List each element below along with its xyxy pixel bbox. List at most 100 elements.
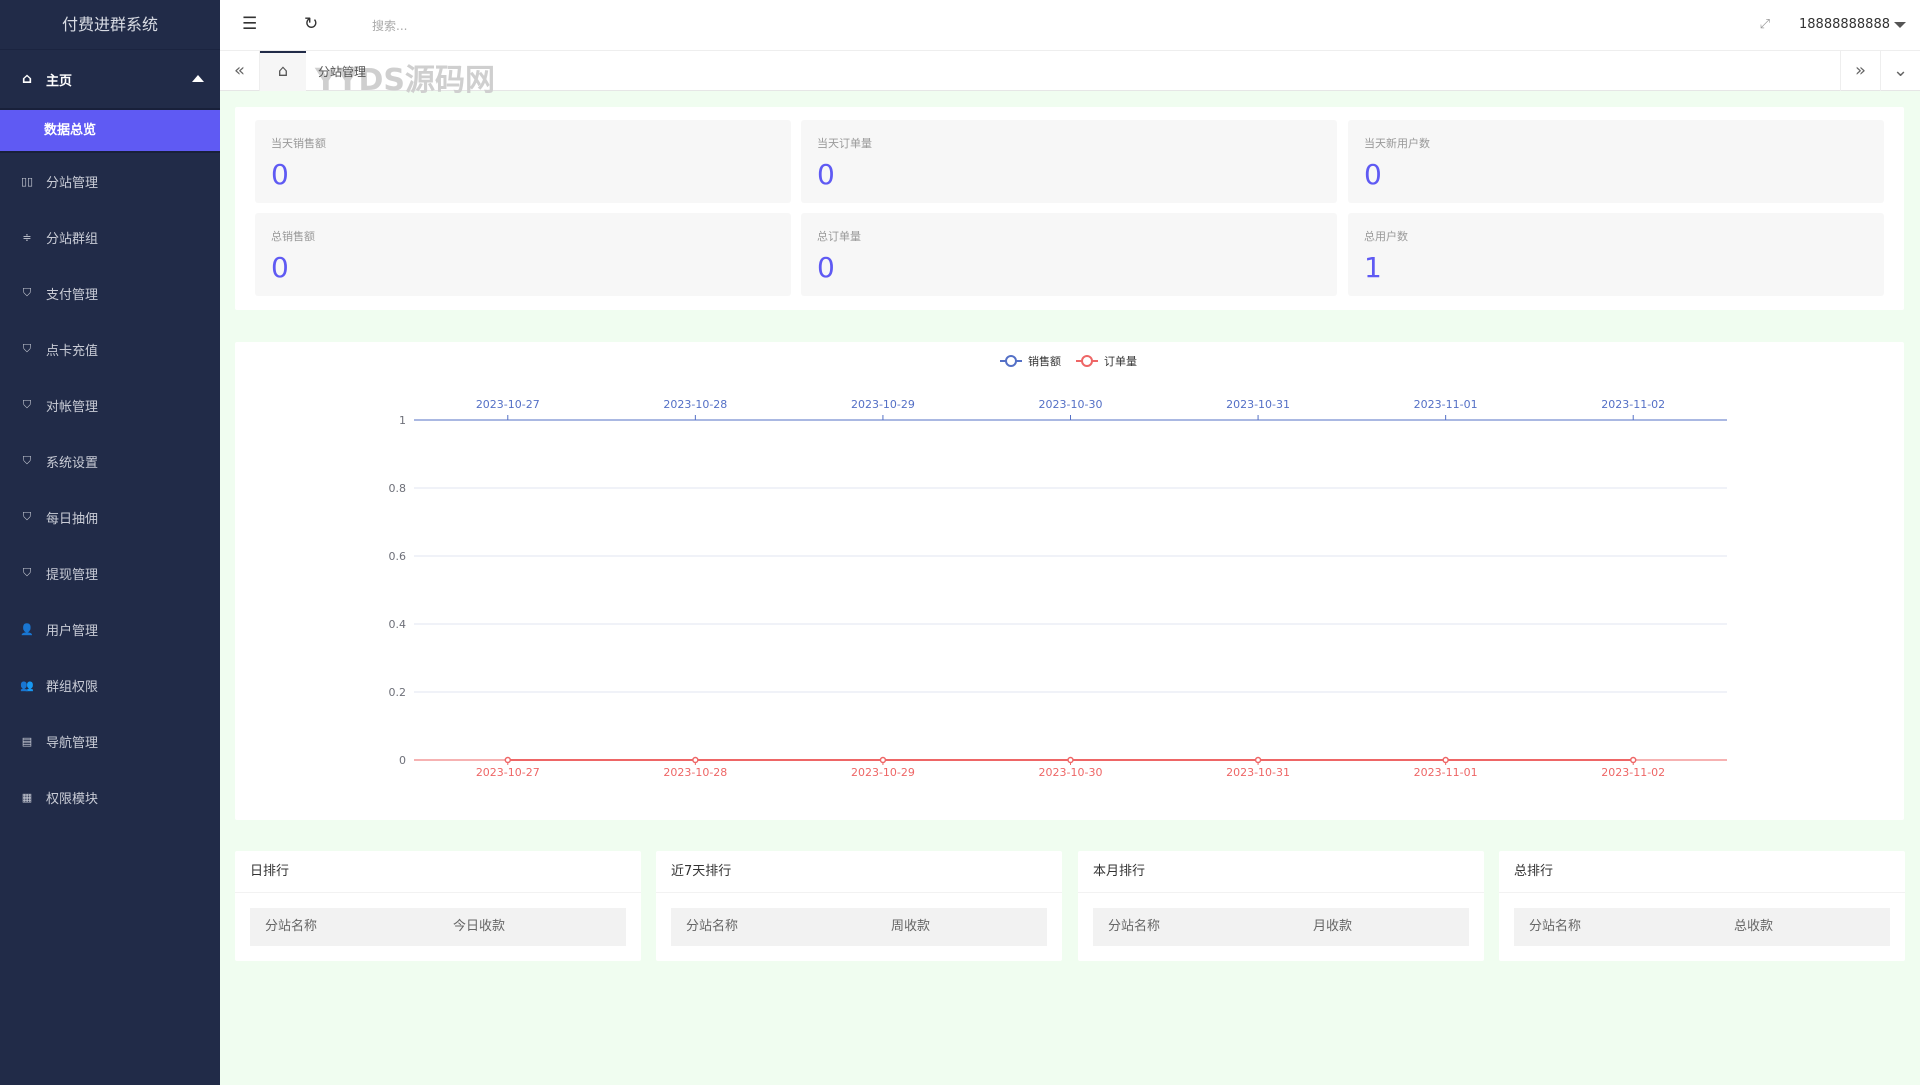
x-tick-label-top: 2023-10-30 xyxy=(1039,398,1103,411)
sidebar-item-10[interactable]: ▤ 导航管理 xyxy=(0,713,220,769)
sidebar-item-label: 主页 xyxy=(46,73,73,89)
data-point-orders[interactable] xyxy=(692,756,699,764)
stat-label: 总销售额 xyxy=(271,230,315,243)
sidebar-item-2[interactable]: ⛉ 支付管理 xyxy=(0,265,220,321)
x-tick-label-bottom: 2023-11-01 xyxy=(1414,766,1478,779)
ranking-title: 本月排行 xyxy=(1078,851,1484,893)
legend-marker[interactable] xyxy=(1005,355,1017,367)
users-icon: 👥 xyxy=(20,678,34,692)
legend-label[interactable]: 销售额 xyxy=(1028,354,1061,368)
menu-collapse-icon[interactable]: ☰ xyxy=(242,14,257,34)
x-tick-label-top: 2023-10-27 xyxy=(476,398,540,411)
sidebar: 付费进群系统 ⌂ 主页 数据总览 ▯▯ 分站管理 ≑ 分站群组 ⛉ 支付管理 ⛉ 点卡充值 ⛉ 对… xyxy=(0,0,220,1085)
x-tick-label-top: 2023-10-29 xyxy=(851,398,915,411)
ranking-card: 本月排行分站名称 月收款 xyxy=(1078,851,1484,961)
column-header: 月收款 xyxy=(1313,919,1353,934)
user-icon: 👤 xyxy=(20,622,34,636)
shield-check-icon: ⛉ xyxy=(22,286,32,299)
ranking-table-header: 分站名称 总收款 xyxy=(1514,908,1890,946)
shield-check-icon: ⛉ xyxy=(22,342,32,355)
search-input[interactable]: 搜索... xyxy=(372,17,407,34)
x-tick-label-top: 2023-11-02 xyxy=(1601,398,1665,411)
sidebar-item-9[interactable]: 👥 群组权限 xyxy=(0,657,220,713)
ranking-table-header: 分站名称 今日收款 xyxy=(250,908,626,946)
sidebar-item-label: 每日抽佣 xyxy=(46,511,99,527)
column-header: 今日收款 xyxy=(453,919,506,934)
stat-value: 0 xyxy=(817,251,835,284)
data-point-orders[interactable] xyxy=(879,756,887,764)
sidebar-item-label: 系统设置 xyxy=(46,455,99,471)
x-tick-label-bottom: 2023-10-30 xyxy=(1039,766,1103,779)
refresh-icon[interactable]: ↻ xyxy=(304,14,318,34)
tabs-scroll-right-icon[interactable]: » xyxy=(1840,51,1880,91)
y-tick-label: 0 xyxy=(399,754,406,767)
sidebar-item-home[interactable]: ⌂ 主页 xyxy=(0,50,220,108)
data-point-orders[interactable] xyxy=(504,756,512,764)
stat-card: 当天销售额 0 xyxy=(255,120,791,203)
y-tick-label: 0.6 xyxy=(389,550,407,563)
y-tick-label: 0.2 xyxy=(389,686,407,699)
home-icon: ⌂ xyxy=(277,61,289,80)
stat-value: 0 xyxy=(1364,158,1382,191)
stat-card: 总销售额 0 xyxy=(255,213,791,296)
sidebar-item-label: 权限模块 xyxy=(46,791,99,807)
stat-card: 当天新用户数 0 xyxy=(1348,120,1884,203)
legend-marker[interactable] xyxy=(1081,355,1093,367)
stat-label: 当天新用户数 xyxy=(1364,137,1430,150)
tab-home[interactable]: ⌂ xyxy=(260,51,306,91)
fullscreen-icon[interactable]: ⤢ xyxy=(1760,17,1770,32)
sidebar-item-11[interactable]: ▦ 权限模块 xyxy=(0,769,220,825)
sidebar-item-label: 用户管理 xyxy=(46,623,99,639)
legend-label[interactable]: 订单量 xyxy=(1104,355,1137,368)
x-tick-label-bottom: 2023-11-02 xyxy=(1601,766,1665,779)
ranking-title: 近7天排行 xyxy=(656,851,1062,893)
sidebar-item-label: 群组权限 xyxy=(46,679,99,695)
sidebar-item-3[interactable]: ⛉ 点卡充值 xyxy=(0,321,220,377)
ranking-title: 总排行 xyxy=(1499,851,1905,893)
data-point-orders[interactable] xyxy=(1629,756,1637,764)
data-point-orders[interactable] xyxy=(1067,756,1074,764)
sidebar-item-label: 对帐管理 xyxy=(46,399,99,415)
column-header: 分站名称 xyxy=(1108,919,1161,934)
sidebar-item-1[interactable]: ≑ 分站群组 xyxy=(0,209,220,265)
x-tick-label-bottom: 2023-10-27 xyxy=(476,766,540,779)
x-tick-label-top: 2023-10-31 xyxy=(1226,398,1290,411)
y-tick-label: 0.8 xyxy=(389,482,407,495)
sidebar-item-4[interactable]: ⛉ 对帐管理 xyxy=(0,377,220,433)
stat-label: 当天销售额 xyxy=(271,137,326,150)
sidebar-item-8[interactable]: 👤 用户管理 xyxy=(0,601,220,657)
x-tick-label-bottom: 2023-10-28 xyxy=(663,766,727,779)
column-header: 分站名称 xyxy=(1529,919,1582,934)
sidebar-item-5[interactable]: ⛉ 系统设置 xyxy=(0,433,220,489)
shield-check-icon: ⛉ xyxy=(22,398,32,411)
column-header: 周收款 xyxy=(891,919,931,934)
sidebar-item-6[interactable]: ⛉ 每日抽佣 xyxy=(0,489,220,545)
tabs-dropdown-icon[interactable]: ⌄ xyxy=(1880,51,1920,91)
app-title: 付费进群系统 xyxy=(0,0,220,50)
column-header: 分站名称 xyxy=(686,919,739,934)
ranking-card: 总排行分站名称 总收款 xyxy=(1499,851,1905,961)
sidebar-item-label: 提现管理 xyxy=(46,567,99,583)
user-menu[interactable]: 18888888888 xyxy=(1799,17,1906,32)
sidebar-item-overview[interactable]: 数据总览 xyxy=(0,110,220,151)
sidebar-item-label: 分站管理 xyxy=(46,175,99,191)
column-header: 分站名称 xyxy=(265,919,318,934)
top-header: ☰ ↻ 搜索... ⤢ 18888888888 xyxy=(220,0,1920,51)
tab-bar: « ⌂ YYDS源码网 分站管理 » ⌄ xyxy=(220,51,1920,98)
stat-card: 当天订单量 0 xyxy=(801,120,1337,203)
data-point-orders[interactable] xyxy=(1254,756,1262,764)
stat-label: 总用户数 xyxy=(1364,230,1408,243)
shield-check-icon: ⛉ xyxy=(22,510,32,523)
tab-current[interactable]: 分站管理 xyxy=(318,63,366,80)
tabs-scroll-left-icon[interactable]: « xyxy=(220,51,260,91)
data-point-orders[interactable] xyxy=(1442,756,1449,764)
sidebar-item-label: 点卡充值 xyxy=(46,343,99,359)
sidebar-item-7[interactable]: ⛉ 提现管理 xyxy=(0,545,220,601)
y-tick-label: 0.4 xyxy=(389,618,407,631)
sidebar-item-0[interactable]: ▯▯ 分站管理 xyxy=(0,153,220,209)
x-tick-label-bottom: 2023-10-31 xyxy=(1226,766,1290,779)
caret-up-icon xyxy=(192,75,204,82)
username: 18888888888 xyxy=(1799,17,1890,32)
home-icon: ⌂ xyxy=(21,71,33,87)
sidebar-item-label: 支付管理 xyxy=(46,287,99,303)
